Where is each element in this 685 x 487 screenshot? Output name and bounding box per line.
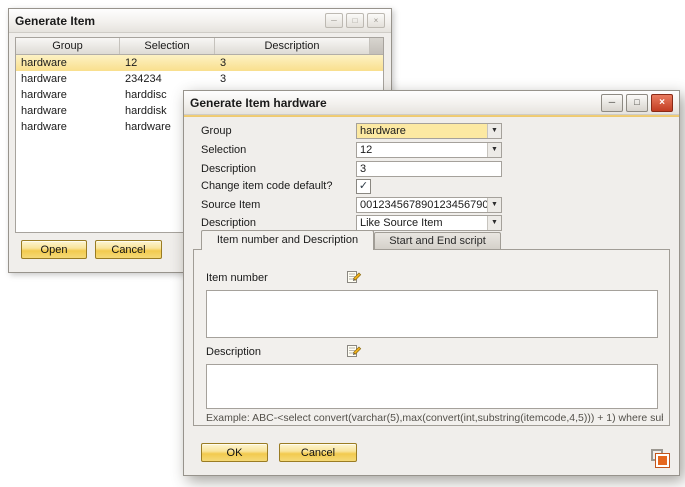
cell-selection: 234234 — [120, 71, 215, 87]
cell-group: hardware — [16, 87, 120, 103]
chevron-down-icon[interactable]: ▼ — [487, 124, 501, 138]
dialog-titlebar[interactable]: Generate Item hardware ─ □ × — [184, 91, 679, 115]
column-header-spacer — [370, 38, 383, 54]
description-value: 3 — [357, 162, 501, 176]
open-button[interactable]: Open — [21, 240, 87, 259]
item-number-label: Item number — [206, 272, 268, 284]
cell-description: 3 — [215, 71, 370, 87]
item-number-textarea[interactable] — [206, 290, 658, 338]
cancel-button[interactable]: Cancel — [279, 443, 357, 462]
selection-combo[interactable]: 12 ▼ — [356, 142, 502, 158]
title-accent-line — [184, 115, 679, 117]
description-textarea[interactable] — [206, 364, 658, 409]
desktop: Generate Item ─ □ × Group Selection Desc… — [0, 0, 685, 487]
description-panel-label: Description — [206, 346, 261, 358]
cell-group: hardware — [16, 71, 120, 87]
tab-item-number-and-description[interactable]: Item number and Description — [201, 230, 374, 250]
change-item-code-label: Change item code default? — [201, 178, 332, 194]
description-mode-combo[interactable]: Like Source Item ▼ — [356, 215, 502, 231]
example-text: Example: ABC-<select convert(varchar(5),… — [206, 412, 663, 424]
group-label: Group — [201, 123, 232, 139]
resize-grip-icon[interactable] — [651, 449, 669, 467]
group-combo[interactable]: hardware ▼ — [356, 123, 502, 139]
chevron-down-icon[interactable]: ▼ — [487, 216, 501, 230]
minimize-icon[interactable]: ─ — [601, 94, 623, 112]
generate-item-titlebar[interactable]: Generate Item ─ □ × — [9, 9, 391, 33]
window-controls: ─ □ × — [322, 13, 385, 28]
tab-start-and-end-script[interactable]: Start and End script — [374, 232, 501, 250]
source-item-value: 00123456789012345679012345 — [357, 198, 487, 212]
source-item-combo[interactable]: 00123456789012345679012345 ▼ — [356, 197, 502, 213]
window-controls: ─ □ × — [598, 94, 673, 112]
edit-icon[interactable] — [346, 343, 362, 359]
change-item-code-checkbox[interactable]: ✓ — [356, 179, 371, 194]
table-row[interactable]: hardware 234234 3 — [16, 71, 383, 87]
table-header: Group Selection Description — [16, 38, 383, 55]
window-title: Generate Item — [15, 14, 322, 28]
cell-description: 3 — [215, 55, 370, 71]
column-header-group[interactable]: Group — [16, 38, 120, 54]
selection-label: Selection — [201, 142, 246, 158]
grip-front-square — [656, 454, 669, 467]
cell-group: hardware — [16, 55, 120, 71]
tab-panel: Item number Description — [193, 249, 670, 426]
description-input[interactable]: 3 — [356, 161, 502, 177]
table-row[interactable]: hardware 12 3 — [16, 55, 383, 71]
cell-group: hardware — [16, 103, 120, 119]
column-header-description[interactable]: Description — [215, 38, 370, 54]
cell-group: hardware — [16, 119, 120, 135]
generate-item-hardware-dialog: Generate Item hardware ─ □ × Group hardw… — [183, 90, 680, 476]
maximize-icon[interactable]: □ — [626, 94, 648, 112]
close-icon[interactable]: × — [651, 94, 673, 112]
column-header-selection[interactable]: Selection — [120, 38, 215, 54]
dialog-title: Generate Item hardware — [190, 96, 598, 110]
chevron-down-icon[interactable]: ▼ — [487, 198, 501, 212]
edit-icon[interactable] — [346, 269, 362, 285]
cancel-button[interactable]: Cancel — [95, 240, 162, 259]
maximize-icon[interactable]: □ — [346, 13, 364, 28]
close-icon[interactable]: × — [367, 13, 385, 28]
description-label: Description — [201, 161, 256, 177]
group-value: hardware — [357, 124, 487, 138]
description-mode-value: Like Source Item — [357, 216, 487, 230]
minimize-icon[interactable]: ─ — [325, 13, 343, 28]
cell-selection: 12 — [120, 55, 215, 71]
chevron-down-icon[interactable]: ▼ — [487, 143, 501, 157]
check-icon: ✓ — [357, 180, 370, 192]
ok-button[interactable]: OK — [201, 443, 268, 462]
source-item-label: Source Item — [201, 197, 260, 213]
description-mode-label: Description — [201, 215, 256, 231]
selection-value: 12 — [357, 143, 487, 157]
